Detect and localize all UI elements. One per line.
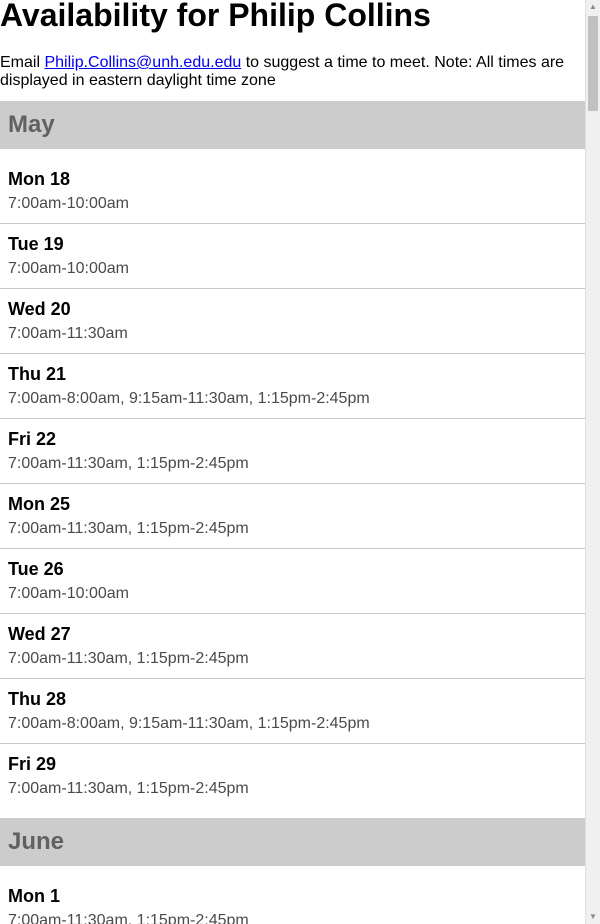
month-block: June Mon 1 7:00am-11:30am, 1:15pm-2:45pm — [0, 818, 585, 924]
day-list-item: Wed 20 7:00am-11:30am — [0, 289, 585, 354]
day-list-item: Tue 19 7:00am-10:00am — [0, 224, 585, 289]
day-label: Wed 20 — [8, 299, 71, 319]
day-label: Thu 28 — [8, 689, 67, 709]
day-list-item: Fri 22 7:00am-11:30am, 1:15pm-2:45pm — [0, 419, 585, 484]
day-list-item: Fri 29 7:00am-11:30am, 1:15pm-2:45pm — [0, 744, 585, 809]
day-list-item: Mon 25 7:00am-11:30am, 1:15pm-2:45pm — [0, 484, 585, 549]
intro-prefix: Email — [0, 54, 45, 71]
day-label: Fri 29 — [8, 754, 57, 774]
day-times: 7:00am-8:00am, 9:15am-11:30am, 1:15pm-2:… — [8, 715, 370, 732]
day-times: 7:00am-11:30am, 1:15pm-2:45pm — [8, 912, 249, 924]
scroll-thumb[interactable] — [588, 16, 598, 111]
day-times: 7:00am-10:00am — [8, 260, 129, 277]
intro-text: Email Philip.Collins@unh.edu.edu to sugg… — [0, 54, 585, 90]
day-label: Fri 22 — [8, 429, 57, 449]
day-label: Mon 25 — [8, 494, 71, 514]
email-link[interactable]: Philip.Collins@unh.edu.edu — [44, 54, 241, 71]
day-list-item: Thu 28 7:00am-8:00am, 9:15am-11:30am, 1:1… — [0, 679, 585, 744]
day-label: Mon 1 — [8, 886, 60, 906]
day-times: 7:00am-10:00am — [8, 585, 129, 602]
day-list-item: Tue 26 7:00am-10:00am — [0, 549, 585, 614]
month-header: June — [0, 818, 585, 866]
scroll-down-icon[interactable]: ▼ — [586, 910, 600, 924]
day-label: Wed 27 — [8, 624, 71, 644]
schedule-list: May Mon 18 7:00am-10:00am Tue 19 7:00am-10:0… — [0, 101, 585, 924]
page-title: Availability for Philip Collins — [0, 0, 431, 33]
day-list-item: Wed 27 7:00am-11:30am, 1:15pm-2:45pm — [0, 614, 585, 679]
page-viewport: Availability for Philip Collins Email Ph… — [0, 0, 585, 924]
day-times: 7:00am-11:30am, 1:15pm-2:45pm — [8, 780, 249, 797]
day-label: Thu 21 — [8, 364, 67, 384]
month-block: May Mon 18 7:00am-10:00am Tue 19 7:00am-10:0… — [0, 101, 585, 809]
vertical-scrollbar[interactable]: ▲ ▼ — [585, 0, 600, 924]
scroll-up-icon[interactable]: ▲ — [586, 0, 600, 14]
day-label: Tue 26 — [8, 559, 64, 579]
day-times: 7:00am-11:30am, 1:15pm-2:45pm — [8, 650, 249, 667]
month-header: May — [0, 101, 585, 149]
day-times: 7:00am-11:30am, 1:15pm-2:45pm — [8, 520, 249, 537]
day-times: 7:00am-11:30am — [8, 325, 128, 342]
day-times: 7:00am-10:00am — [8, 195, 129, 212]
day-times: 7:00am-8:00am, 9:15am-11:30am, 1:15pm-2:… — [8, 390, 370, 407]
day-times: 7:00am-11:30am, 1:15pm-2:45pm — [8, 455, 249, 472]
day-list-item: Mon 18 7:00am-10:00am — [0, 159, 585, 224]
day-list-item: Thu 21 7:00am-8:00am, 9:15am-11:30am, 1:1… — [0, 354, 585, 419]
day-label: Tue 19 — [8, 234, 64, 254]
day-label: Mon 18 — [8, 169, 71, 189]
day-list-item: Mon 1 7:00am-11:30am, 1:15pm-2:45pm — [0, 876, 585, 924]
